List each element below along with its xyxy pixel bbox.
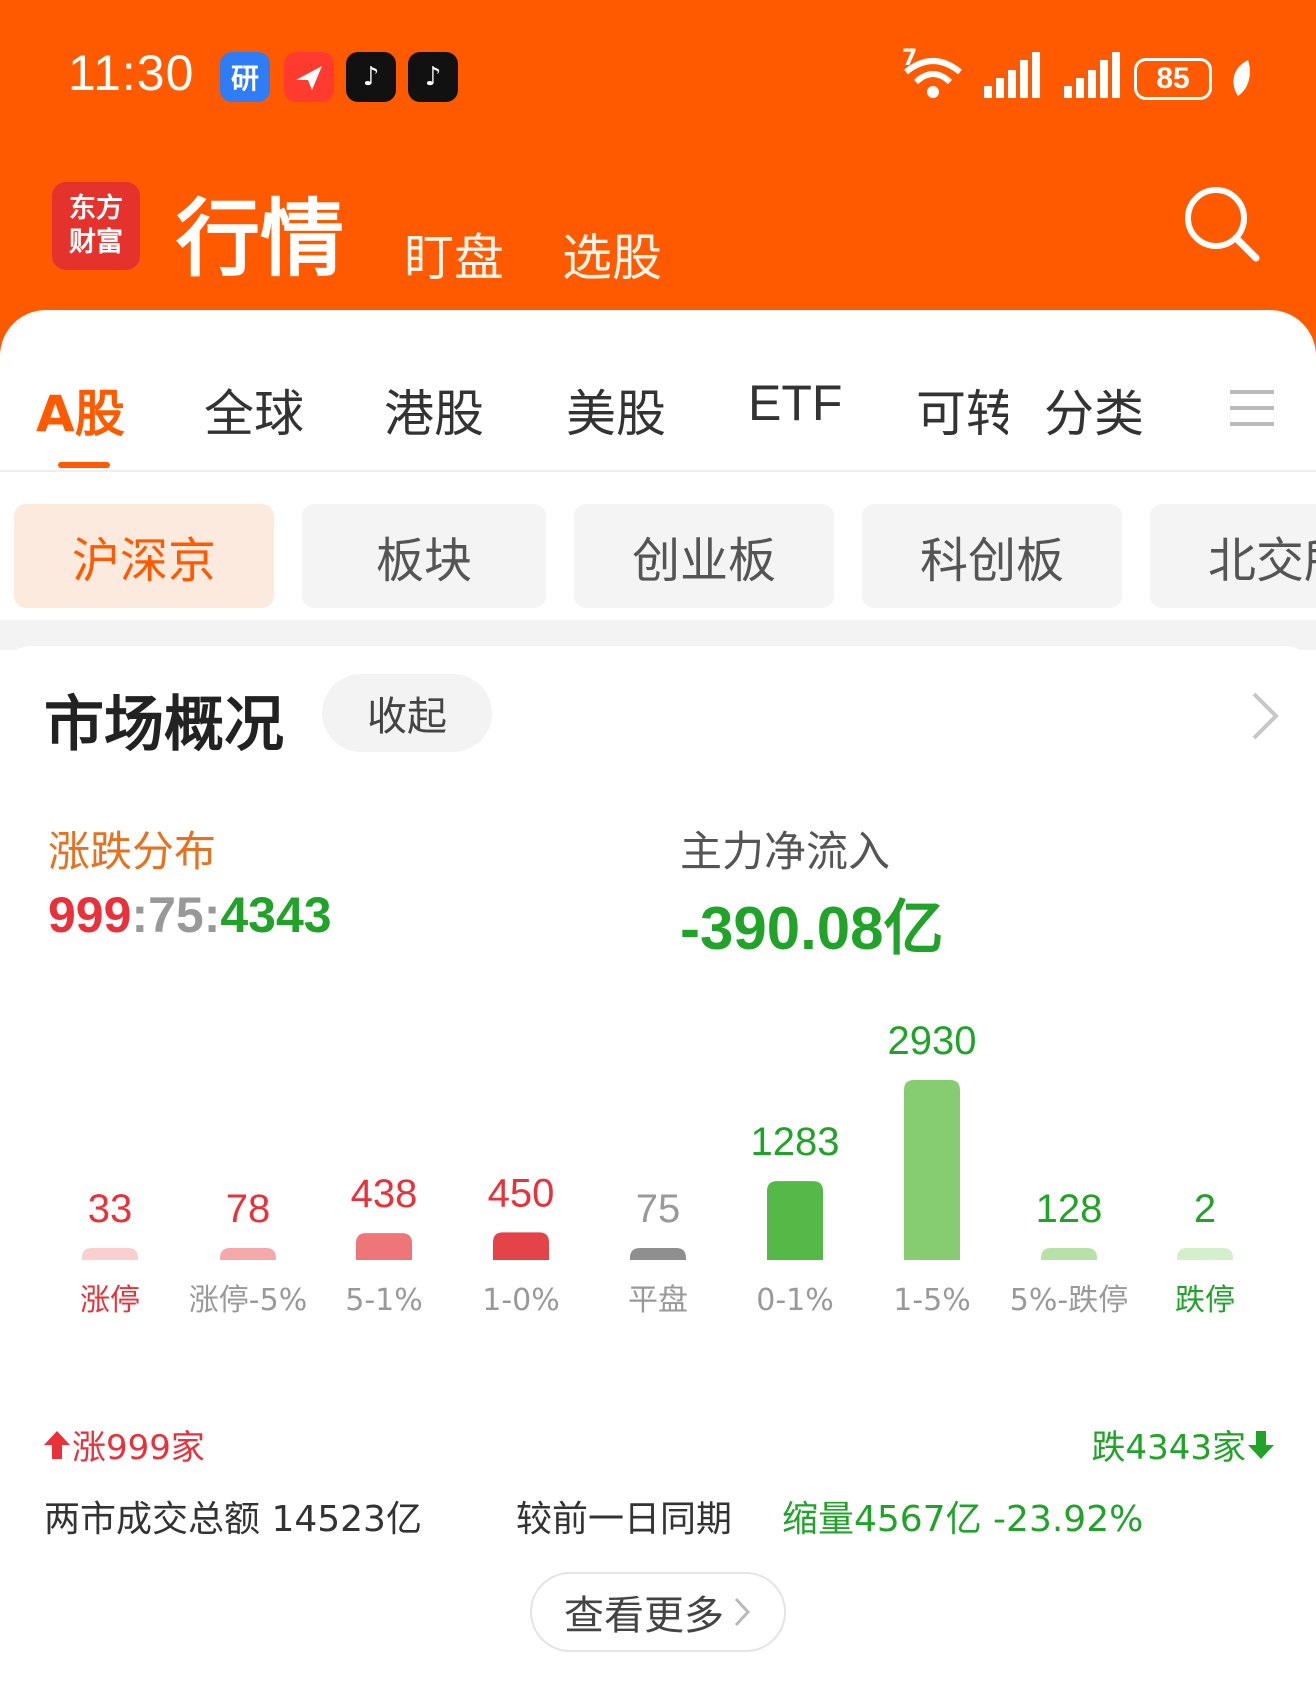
rise-fall-ratio: 999:75:4343 bbox=[48, 886, 332, 944]
subtab-shanghai-shenzhen-beijing[interactable]: 沪深京 bbox=[14, 504, 274, 608]
arrow-up-icon bbox=[44, 1430, 70, 1459]
signal-icon-2 bbox=[1062, 52, 1120, 104]
rise-count: 999 bbox=[48, 887, 132, 943]
sub-tab-bar: 沪深京 板块 创业板 科创板 北交所 bbox=[0, 504, 1316, 610]
section-title: 市场概况 bbox=[44, 690, 284, 760]
volume-change: 缩量4567亿 -23.92% bbox=[782, 1499, 1144, 1540]
subtab-bse[interactable]: 北交所 bbox=[1150, 504, 1316, 608]
main-inflow-label: 主力净流入 bbox=[680, 827, 891, 876]
main-card: A股 全球 港股 美股 ETF 可转 分类 沪深京 板块 创业板 科创板 北交所… bbox=[0, 310, 1316, 1702]
tab-convertible-bonds[interactable]: 可转 bbox=[916, 374, 1008, 446]
app-header: 东方 财富 行情 盯盘 选股 bbox=[0, 160, 1316, 310]
ratio-separator: : bbox=[131, 887, 149, 943]
feishu-app-icon bbox=[284, 52, 334, 102]
bar-label-1: 涨停-5% bbox=[189, 1283, 307, 1318]
bar-value-6: 2930 bbox=[888, 1019, 977, 1063]
bar-value-8: 2 bbox=[1194, 1187, 1216, 1231]
main-inflow-value: -390.08亿 bbox=[680, 895, 944, 962]
view-more-label: 查看更多 bbox=[564, 1593, 724, 1639]
eastmoney-logo[interactable]: 东方 财富 bbox=[52, 182, 140, 270]
bar-label-3: 1-0% bbox=[482, 1283, 560, 1318]
total-turnover: 两市成交总额 14523亿 bbox=[44, 1499, 422, 1540]
bar-2 bbox=[356, 1233, 412, 1260]
bar-label-0: 涨停 bbox=[80, 1283, 140, 1318]
view-more-button[interactable]: 查看更多 bbox=[530, 1572, 786, 1652]
bar-value-5: 1283 bbox=[751, 1120, 840, 1164]
bar-label-6: 1-5% bbox=[893, 1283, 971, 1318]
arrow-down-icon bbox=[1248, 1430, 1274, 1459]
bar-value-1: 78 bbox=[226, 1187, 271, 1231]
bar-3 bbox=[493, 1232, 549, 1260]
subtab-sectors[interactable]: 板块 bbox=[302, 504, 546, 608]
fall-summary-text: 跌4343家 bbox=[1091, 1428, 1246, 1468]
chevron-right-small-icon bbox=[734, 1597, 751, 1627]
compare-label: 较前一日同期 bbox=[516, 1499, 733, 1540]
battery-indicator: 85 bbox=[1134, 58, 1212, 100]
subtab-star-market[interactable]: 科创板 bbox=[862, 504, 1122, 608]
tab-global[interactable]: 全球 bbox=[204, 374, 304, 446]
tab-watch[interactable]: 盯盘 bbox=[404, 218, 504, 290]
bar-value-7: 128 bbox=[1036, 1187, 1103, 1231]
tiktok-app-icon-2: ♪ bbox=[408, 52, 458, 102]
bar-7 bbox=[1041, 1248, 1097, 1260]
status-bar: 11:30 研 ♪ ♪ 7 85 bbox=[0, 0, 1316, 160]
distribution-chart-svg: 33 涨停 78 涨停-5% 438 5-1% 450 1-0% 75 平盘 1283 0-1% 293… bbox=[80, 1019, 1235, 1318]
page-title[interactable]: 行情 bbox=[176, 172, 344, 293]
bar-value-4: 75 bbox=[636, 1187, 681, 1231]
bar-label-7: 5%-跌停 bbox=[1010, 1283, 1128, 1318]
market-tab-bar: A股 全球 港股 美股 ETF 可转 分类 bbox=[0, 310, 1316, 472]
ratio-separator-2: : bbox=[203, 887, 221, 943]
bar-value-2: 438 bbox=[351, 1172, 418, 1216]
market-overview-panel: 市场概况 收起 涨跌分布 999:75:4343 主力净流入 -390.08亿 … bbox=[0, 646, 1316, 1702]
wifi-badge: 7 bbox=[902, 46, 918, 71]
bar-value-0: 33 bbox=[88, 1187, 133, 1231]
bar-label-8: 跌停 bbox=[1175, 1283, 1235, 1318]
bar-6 bbox=[904, 1080, 960, 1260]
logo-line-1: 东方 bbox=[69, 193, 123, 224]
bar-value-3: 450 bbox=[488, 1171, 555, 1215]
rise-summary-text: 涨999家 bbox=[72, 1428, 205, 1468]
rise-summary: 涨999家 bbox=[42, 1420, 205, 1469]
fall-count: 4343 bbox=[220, 887, 332, 943]
bar-label-5: 0-1% bbox=[756, 1283, 834, 1318]
charging-leaf-icon bbox=[1228, 58, 1254, 102]
active-tab-indicator bbox=[58, 462, 110, 468]
fall-summary: 跌4343家 bbox=[1091, 1420, 1276, 1469]
tiktok-app-icon: ♪ bbox=[346, 52, 396, 102]
tab-us-stocks[interactable]: 美股 bbox=[566, 374, 666, 446]
signal-icon bbox=[982, 52, 1040, 104]
clock: 11:30 bbox=[68, 45, 195, 101]
bar-8 bbox=[1177, 1248, 1233, 1260]
bar-label-4: 平盘 bbox=[628, 1283, 688, 1318]
bar-5 bbox=[767, 1181, 823, 1260]
chevron-right-icon[interactable] bbox=[1246, 686, 1284, 746]
yan-app-icon: 研 bbox=[220, 52, 270, 102]
tab-stock-picker[interactable]: 选股 bbox=[562, 218, 662, 290]
menu-icon[interactable] bbox=[1230, 386, 1274, 430]
tab-categories[interactable]: 分类 bbox=[1044, 374, 1144, 446]
bar-4 bbox=[630, 1248, 686, 1260]
logo-line-2: 财富 bbox=[69, 227, 123, 258]
bar-1 bbox=[220, 1248, 276, 1260]
flat-count: 75 bbox=[148, 887, 204, 943]
tab-hk-stocks[interactable]: 港股 bbox=[384, 374, 484, 446]
bar-0 bbox=[82, 1248, 138, 1260]
tab-etf[interactable]: ETF bbox=[748, 374, 842, 432]
tab-a-shares[interactable]: A股 bbox=[36, 374, 125, 446]
distribution-label: 涨跌分布 bbox=[48, 827, 217, 876]
collapse-button[interactable]: 收起 bbox=[322, 674, 492, 752]
subtab-chinext[interactable]: 创业板 bbox=[574, 504, 834, 608]
search-icon[interactable] bbox=[1180, 182, 1264, 266]
bar-label-2: 5-1% bbox=[345, 1283, 423, 1318]
